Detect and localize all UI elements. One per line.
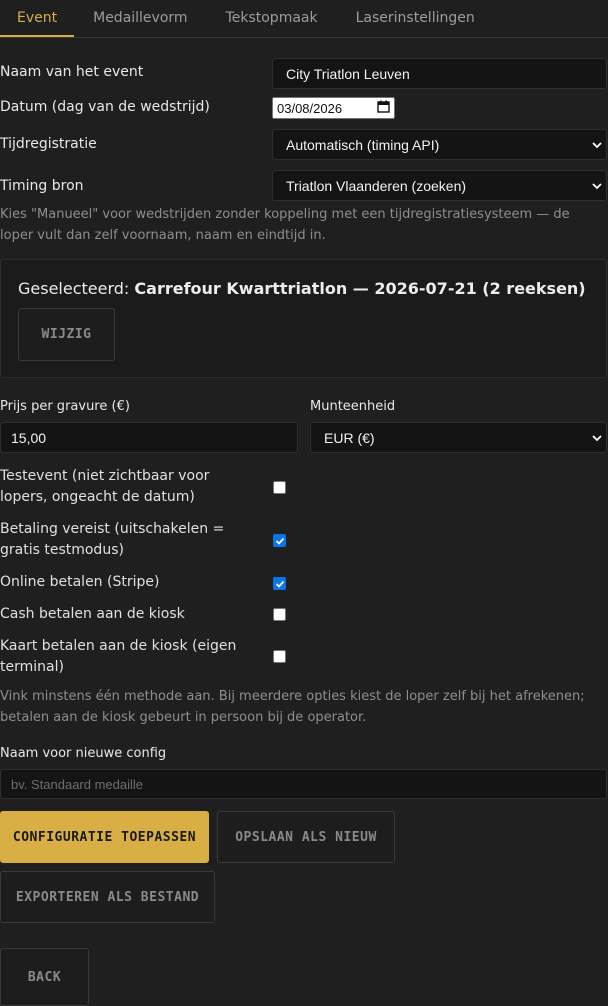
timing-label: Tijdregistratie [0, 136, 97, 152]
export-file-button[interactable]: EXPORTEREN ALS BESTAND [0, 871, 215, 923]
checkbox-payment-required[interactable] [273, 534, 286, 547]
checkbox-label-card-kiosk: Kaart betalen aan de kiosk (eigen termin… [0, 638, 237, 675]
payment-help-text: Vink minstens één methode aan. Bij meerd… [0, 689, 585, 725]
price-value: 15,00 [11, 429, 47, 446]
date-input[interactable]: 03/08/2026 [272, 97, 395, 119]
timing-select[interactable]: Automatisch (timing API) [272, 129, 607, 160]
tab-event[interactable]: Event [0, 0, 75, 37]
calendar-icon[interactable] [377, 100, 390, 116]
tab-laserinstellingen[interactable]: Laserinstellingen [337, 0, 494, 37]
check-icon [275, 580, 284, 588]
date-label: Datum (dag van de wedstrijd) [0, 99, 210, 115]
selected-event-text: Geselecteerd: Carrefour Kwarttriatlon — … [18, 279, 586, 298]
apply-config-button[interactable]: CONFIGURATIE TOEPASSEN [0, 811, 209, 863]
selected-event-value: Carrefour Kwarttriatlon — 2026-07-21 (2 … [134, 279, 586, 298]
checkbox-cash-kiosk[interactable] [273, 608, 286, 621]
date-value: 03/08/2026 [277, 100, 343, 116]
event-name-label: Naam van het event [0, 64, 144, 80]
event-name-input[interactable]: City Triatlon Leuven [272, 58, 607, 89]
config-name-label: Naam voor nieuwe config [0, 746, 167, 761]
selected-event-card: Geselecteerd: Carrefour Kwarttriatlon — … [0, 259, 607, 378]
checkbox-label-cash-kiosk: Cash betalen aan de kiosk [0, 606, 185, 622]
price-input[interactable]: 15,00 [0, 422, 298, 453]
change-button[interactable]: WIJZIG [18, 308, 115, 361]
checkbox-online-payment[interactable] [273, 577, 286, 590]
timing-source-value: Triatlon Vlaanderen (zoeken) [286, 177, 467, 194]
timing-source-label: Timing bron [0, 178, 84, 194]
checkbox-label-online-payment: Online betalen (Stripe) [0, 574, 160, 590]
timing-source-select[interactable]: Triatlon Vlaanderen (zoeken) [272, 170, 607, 201]
checkbox-label-testevent: Testevent (niet zichtbaar voor lopers, o… [0, 468, 210, 505]
save-as-new-button[interactable]: OPSLAAN ALS NIEUW [217, 811, 395, 863]
checkbox-testevent[interactable] [273, 481, 286, 494]
currency-value: EUR (€) [324, 429, 375, 446]
chevron-down-icon [592, 434, 602, 441]
price-label: Prijs per gravure (€) [0, 399, 130, 414]
selected-prefix: Geselecteerd: [18, 279, 130, 298]
event-name-value: City Triatlon Leuven [286, 65, 410, 82]
manual-help-text: Kies "Manueel" voor wedstrijden zonder k… [0, 207, 570, 243]
currency-label: Munteenheid [310, 399, 396, 414]
config-name-input[interactable]: bv. Standaard medaille [0, 769, 607, 799]
chevron-down-icon [592, 141, 602, 148]
tab-medaillevorm[interactable]: Medaillevorm [74, 0, 206, 37]
check-icon [275, 537, 284, 545]
tab-tekstopmaak[interactable]: Tekstopmaak [207, 0, 337, 37]
timing-value: Automatisch (timing API) [286, 136, 440, 153]
checkbox-card-kiosk[interactable] [273, 650, 286, 663]
checkbox-label-payment-required: Betaling vereist (uitschakelen = gratis … [0, 521, 225, 558]
tab-bar: Event Medaillevorm Tekstopmaak Laserinst… [0, 0, 608, 38]
currency-select[interactable]: EUR (€) [310, 422, 607, 453]
config-name-placeholder: bv. Standaard medaille [11, 776, 144, 792]
back-button[interactable]: BACK [0, 948, 89, 1006]
chevron-down-icon [592, 182, 602, 189]
